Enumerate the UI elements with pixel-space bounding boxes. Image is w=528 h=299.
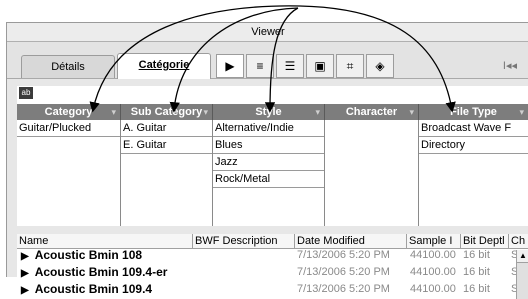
- results-header: Name BWF Description Date Modified Sample I…: [17, 234, 528, 249]
- cell-bits: 16 bit: [463, 283, 490, 295]
- results-column-header[interactable]: Sample I: [407, 234, 461, 248]
- play-icon[interactable]: ▶: [21, 251, 29, 262]
- table-row[interactable]: ▶ Acoustic Bmin 109.4-er 7/13/2006 5:20 PM…: [17, 265, 528, 281]
- filter-value[interactable]: Broadcast Wave F: [419, 120, 528, 137]
- file-name: ▶ Acoustic Bmin 109.4: [21, 282, 152, 296]
- file-name-text: Acoustic Bmin 108: [34, 248, 143, 262]
- filter-value[interactable]: Guitar/Plucked: [17, 120, 120, 137]
- cell-rate: 44100.00: [410, 283, 456, 295]
- results-column-header[interactable]: Date Modified: [295, 234, 407, 248]
- filter-value[interactable]: E. Guitar: [121, 137, 212, 154]
- column-values-4: Broadcast Wave F Directory: [419, 120, 528, 226]
- file-name-text: Acoustic Bmin 109.4-er: [34, 265, 168, 279]
- cell-date: 7/13/2006 5:20 PM: [297, 266, 390, 278]
- column-values-0: Guitar/Plucked: [17, 120, 121, 226]
- annotation-arrows: [89, 5, 456, 113]
- cell-rate: 44100.00: [410, 249, 456, 261]
- cell-rate: 44100.00: [410, 266, 456, 278]
- arrow-to-subcategory: [169, 7, 299, 113]
- cell-date: 7/13/2006 5:20 PM: [297, 283, 390, 295]
- results-column-header[interactable]: Bit Deptl: [461, 234, 509, 248]
- file-name: ▶ Acoustic Bmin 108: [21, 248, 142, 262]
- filter-value[interactable]: Jazz: [213, 154, 324, 171]
- results-column-header[interactable]: BWF Description: [193, 234, 295, 248]
- cell-date: 7/13/2006 5:20 PM: [297, 249, 390, 261]
- file-name: ▶ Acoustic Bmin 109.4-er: [21, 265, 167, 279]
- file-name-text: Acoustic Bmin 109.4: [34, 282, 153, 296]
- column-values-3: [325, 120, 419, 226]
- cell-bits: 16 bit: [463, 249, 490, 261]
- table-row[interactable]: ▶ Acoustic Bmin 108 7/13/2006 5:20 PM 44100…: [17, 248, 528, 264]
- play-icon[interactable]: ▶: [21, 285, 29, 296]
- arrow-to-category: [89, 5, 301, 113]
- filter-value[interactable]: A. Guitar: [121, 120, 212, 137]
- filter-value[interactable]: Rock/Metal: [213, 171, 324, 188]
- results-column-header[interactable]: Ch: [509, 234, 528, 248]
- category-grid: Category ▾ Guitar/Plucked Sub Category ▾ A. G…: [17, 104, 528, 226]
- arrow-to-style: [264, 7, 299, 113]
- filter-value[interactable]: Blues: [213, 137, 324, 154]
- cell-bits: 16 bit: [463, 266, 490, 278]
- filter-value[interactable]: Alternative/Indie: [213, 120, 324, 137]
- filter-value[interactable]: Directory: [419, 137, 528, 154]
- column-values-2: Alternative/Indie Blues Jazz Rock/Metal: [213, 120, 325, 226]
- table-row[interactable]: ▶ Acoustic Bmin 109.4 7/13/2006 5:20 PM 441…: [17, 282, 528, 298]
- results-list: Name BWF Description Date Modified Sample I…: [17, 234, 528, 299]
- arrow-to-filetype: [299, 5, 456, 113]
- results-column-header[interactable]: Name: [17, 234, 193, 248]
- play-icon[interactable]: ▶: [21, 268, 29, 279]
- scrollbar[interactable]: ▲: [516, 250, 528, 299]
- column-values-1: A. Guitar E. Guitar: [121, 120, 213, 226]
- scroll-up-icon[interactable]: ▲: [517, 250, 528, 263]
